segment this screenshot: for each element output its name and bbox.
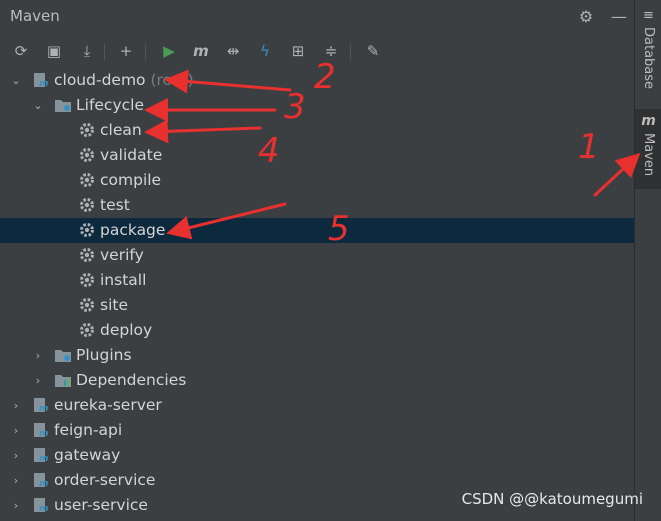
toolbar-separator xyxy=(104,44,105,60)
tree-row-verify[interactable]: verify xyxy=(0,243,634,268)
svg-text:m: m xyxy=(39,429,48,439)
tree-row-label: install xyxy=(100,271,147,289)
chevron-down-icon[interactable]: ⌄ xyxy=(32,97,44,113)
tree-row-deploy[interactable]: deploy xyxy=(0,318,634,343)
maven-module-icon: m xyxy=(32,446,50,464)
panel-title: Maven xyxy=(10,7,60,25)
svg-text:m: m xyxy=(39,404,48,414)
toolbar-separator xyxy=(350,44,351,60)
chevron-right-icon[interactable]: › xyxy=(10,447,22,463)
tree-row-label: clean xyxy=(100,121,142,139)
tree-row-Plugins[interactable]: › Plugins xyxy=(0,343,634,368)
tree-row-label: user-service xyxy=(54,496,148,514)
root-suffix: (root) xyxy=(150,71,194,89)
database-icon: ≡ xyxy=(643,8,654,23)
add-icon[interactable]: + xyxy=(115,40,137,62)
svg-text:m: m xyxy=(39,454,48,464)
sidebar-tab-maven[interactable]: m Maven xyxy=(635,109,661,189)
tree-row-site[interactable]: site xyxy=(0,293,634,318)
svg-text:m: m xyxy=(39,504,48,514)
tree-row-label: Dependencies xyxy=(76,371,187,389)
tree-row-label: package xyxy=(100,221,166,239)
maven-module-icon: m xyxy=(32,396,50,414)
tree-row-label: Plugins xyxy=(76,346,132,364)
lifecycle-folder-icon xyxy=(54,96,72,114)
tree-row-gateway[interactable]: › m gateway xyxy=(0,443,634,468)
tree-row-cloud-demo[interactable]: ⌄ m cloud-demo (root) xyxy=(0,68,634,93)
tree-row-label: validate xyxy=(100,146,163,164)
maven-module-icon: m xyxy=(32,71,50,89)
sidebar-tab-database[interactable]: ≡ Database xyxy=(635,6,661,106)
maven-module-icon: m xyxy=(32,471,50,489)
tree-row-install[interactable]: install xyxy=(0,268,634,293)
tree-row-label: site xyxy=(100,296,128,314)
right-tool-strip: ≡ Database m Maven xyxy=(634,0,661,521)
tree-row-label: gateway xyxy=(54,446,121,464)
lifecycle-goal-icon xyxy=(78,196,96,214)
sidebar-tab-label: Database xyxy=(641,27,656,90)
reload-icon[interactable]: ⟳ xyxy=(10,40,32,62)
tree-row-Dependencies[interactable]: › Dependencies xyxy=(0,368,634,393)
lifecycle-goal-icon xyxy=(78,296,96,314)
skip-tests-icon[interactable]: ϟ xyxy=(254,40,276,62)
gear-icon[interactable]: ⚙ xyxy=(576,6,596,26)
tree-row-validate[interactable]: validate xyxy=(0,143,634,168)
tree-row-compile[interactable]: compile xyxy=(0,168,634,193)
project-tree: ⌄ m cloud-demo (root) ⌄ Lifecycle clean valida… xyxy=(0,68,634,521)
tree-row-label: order-service xyxy=(54,471,156,489)
lifecycle-folder-icon xyxy=(54,346,72,364)
lifecycle-goal-icon xyxy=(78,221,96,239)
maven-module-icon: m xyxy=(32,421,50,439)
chevron-right-icon[interactable]: › xyxy=(10,497,22,513)
tree-row-package[interactable]: package xyxy=(0,218,634,243)
collapse-all-icon[interactable]: ≑ xyxy=(320,40,342,62)
tree-row-label: eureka-server xyxy=(54,396,162,414)
toggle-offline-icon[interactable]: ⇹ xyxy=(222,40,244,62)
tree-row-label: compile xyxy=(100,171,162,189)
execute-goal-icon[interactable]: m xyxy=(190,40,212,62)
toolbar-separator xyxy=(145,44,146,60)
run-icon[interactable]: ▶ xyxy=(158,40,180,62)
svg-text:m: m xyxy=(39,79,48,89)
download-icon[interactable]: ⤓ xyxy=(76,40,98,62)
lifecycle-goal-icon xyxy=(78,321,96,339)
tree-row-feign-api[interactable]: › m feign-api xyxy=(0,418,634,443)
watermark: CSDN @@katoumegumi xyxy=(461,490,643,508)
maven-tool-window: Maven ⚙ — ⟳ ▣ ⤓ + ▶ m ⇹ ϟ ⊞ ≑ ✎ ⌄ m cloud-demo (root… xyxy=(0,0,634,521)
minimize-icon[interactable]: — xyxy=(609,6,629,26)
chevron-down-icon[interactable]: ⌄ xyxy=(10,72,22,88)
tree-row-Lifecycle[interactable]: ⌄ Lifecycle xyxy=(0,93,634,118)
lifecycle-goal-icon xyxy=(78,121,96,139)
panel-header: Maven ⚙ — xyxy=(0,0,634,33)
chevron-right-icon[interactable]: › xyxy=(10,422,22,438)
maven-toolbar: ⟳ ▣ ⤓ + ▶ m ⇹ ϟ ⊞ ≑ ✎ xyxy=(0,36,634,66)
dependencies-folder-icon xyxy=(54,371,72,389)
tree-row-label: deploy xyxy=(100,321,153,339)
lifecycle-goal-icon xyxy=(78,171,96,189)
tree-row-label: Lifecycle xyxy=(76,96,144,114)
lifecycle-goal-icon xyxy=(78,146,96,164)
sidebar-tab-label: Maven xyxy=(641,133,656,177)
maven-icon: m xyxy=(641,113,656,129)
lifecycle-goal-icon xyxy=(78,271,96,289)
tree-row-clean[interactable]: clean xyxy=(0,118,634,143)
show-dependencies-icon[interactable]: ⊞ xyxy=(287,40,309,62)
tree-row-label: cloud-demo (root) xyxy=(54,71,194,89)
maven-module-icon: m xyxy=(32,496,50,514)
chevron-right-icon[interactable]: › xyxy=(32,347,44,363)
tree-row-test[interactable]: test xyxy=(0,193,634,218)
settings-wrench-icon[interactable]: ✎ xyxy=(362,40,384,62)
tree-row-label: verify xyxy=(100,246,144,264)
chevron-right-icon[interactable]: › xyxy=(32,372,44,388)
tree-row-eureka-server[interactable]: › m eureka-server xyxy=(0,393,634,418)
generate-sources-icon[interactable]: ▣ xyxy=(43,40,65,62)
svg-text:m: m xyxy=(39,479,48,489)
tree-row-label: feign-api xyxy=(54,421,123,439)
tree-row-label: test xyxy=(100,196,130,214)
lifecycle-goal-icon xyxy=(78,246,96,264)
chevron-right-icon[interactable]: › xyxy=(10,397,22,413)
chevron-right-icon[interactable]: › xyxy=(10,472,22,488)
